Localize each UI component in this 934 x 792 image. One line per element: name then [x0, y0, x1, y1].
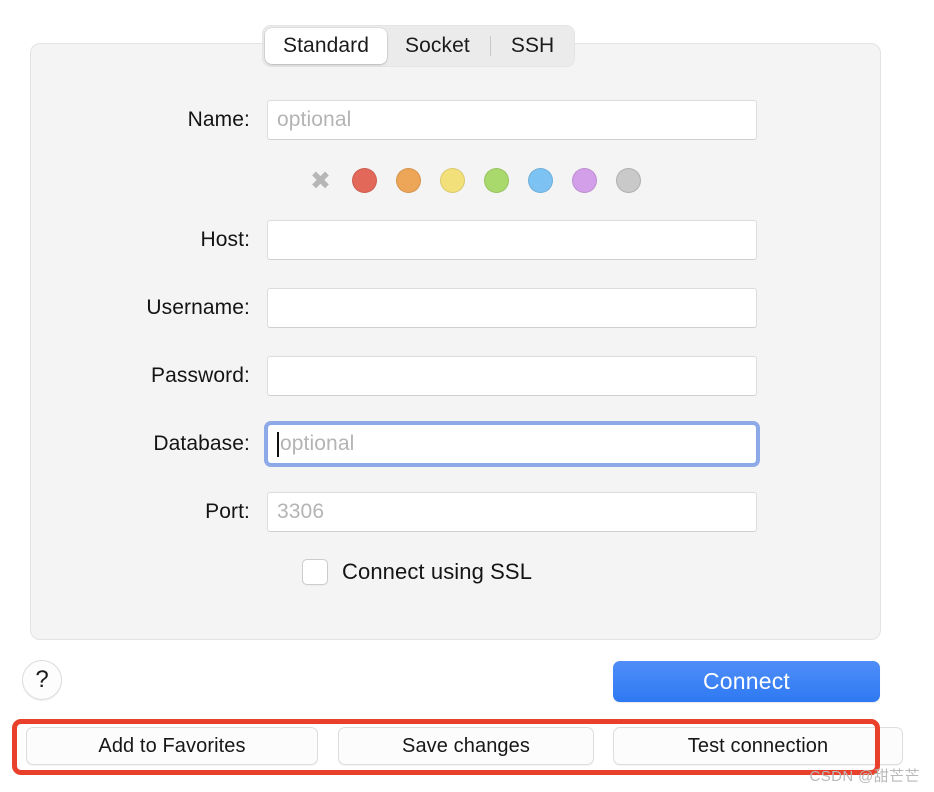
tab-standard[interactable]: Standard	[265, 28, 388, 64]
swatch-purple[interactable]	[572, 168, 597, 193]
name-label: Name:	[187, 108, 250, 131]
connection-dialog: Standard Socket SSH Name: optional ✖ Hos…	[0, 0, 934, 792]
name-input[interactable]: optional	[267, 100, 757, 140]
field-row-database: Database: optional	[12, 424, 757, 464]
field-row-password: Password:	[12, 356, 757, 396]
database-label: Database:	[153, 432, 250, 455]
test-connection-label: Test connection	[687, 734, 829, 757]
save-changes-label: Save changes	[402, 734, 530, 757]
add-to-favorites-button[interactable]: Add to Favorites	[26, 727, 318, 765]
swatch-orange[interactable]	[396, 168, 421, 193]
tab-ssh[interactable]: SSH	[493, 28, 572, 64]
field-row-host: Host:	[12, 220, 757, 260]
swatch-yellow[interactable]	[440, 168, 465, 193]
tab-separator	[489, 36, 491, 56]
swatch-blue[interactable]	[528, 168, 553, 193]
ssl-label: Connect using SSL	[342, 559, 533, 584]
question-mark-icon: ?	[35, 666, 49, 693]
username-input[interactable]	[267, 288, 757, 328]
favorite-color-swatches[interactable]: ✖	[308, 168, 641, 193]
x-icon[interactable]: ✖	[308, 168, 333, 193]
name-placeholder: optional	[277, 108, 352, 131]
field-row-username: Username:	[12, 288, 757, 328]
database-input[interactable]: optional	[267, 424, 757, 464]
password-input[interactable]	[267, 356, 757, 396]
database-placeholder: optional	[280, 432, 355, 455]
swatch-gray[interactable]	[616, 168, 641, 193]
connection-type-tabbar[interactable]: Standard Socket SSH	[262, 25, 576, 67]
connect-button[interactable]: Connect	[613, 661, 880, 702]
port-placeholder: 3306	[277, 500, 325, 523]
username-label: Username:	[146, 296, 250, 319]
add-to-favorites-label: Add to Favorites	[98, 734, 246, 757]
tab-socket[interactable]: Socket	[387, 28, 488, 64]
text-caret	[277, 431, 279, 457]
connect-button-label: Connect	[702, 668, 791, 694]
port-input[interactable]: 3306	[267, 492, 757, 532]
watermark: CSDN @甜芒芒	[809, 768, 920, 785]
swatch-red[interactable]	[352, 168, 377, 193]
test-connection-button[interactable]: Test connection	[613, 727, 903, 765]
port-label: Port:	[205, 500, 250, 523]
ssl-checkbox[interactable]	[302, 559, 328, 585]
host-label: Host:	[200, 228, 250, 251]
swatch-green[interactable]	[484, 168, 509, 193]
ssl-checkbox-row[interactable]: Connect using SSL	[302, 559, 532, 585]
password-label: Password:	[151, 364, 250, 387]
field-row-port: Port: 3306	[12, 492, 757, 532]
bottom-action-bar: Add to Favorites Save changes Test conne…	[0, 727, 934, 767]
host-input[interactable]	[267, 220, 757, 260]
help-button[interactable]: ?	[22, 660, 62, 700]
save-changes-button[interactable]: Save changes	[338, 727, 594, 765]
field-row-name: Name: optional	[12, 100, 757, 140]
